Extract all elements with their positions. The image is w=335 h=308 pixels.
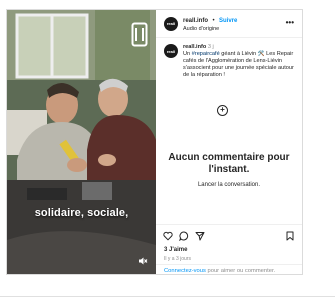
empty-comments-title: Aucun commentaire pour l'instant. <box>168 152 290 175</box>
video-player[interactable]: solidaire, sociale, <box>7 10 156 274</box>
start-conversation-text: Lancer la conversation. <box>197 182 261 188</box>
avatar[interactable]: reall <box>164 16 178 31</box>
follow-button[interactable]: Suivre <box>219 18 237 24</box>
likes-count[interactable]: 3 J'aime <box>164 247 187 253</box>
bookmark-icon[interactable] <box>285 231 295 241</box>
plus-circle-icon: + <box>217 105 228 116</box>
reel-icon <box>131 22 148 47</box>
post-modal: solidaire, sociale, reall reall.info • S… <box>6 9 303 275</box>
heart-icon[interactable] <box>163 231 173 241</box>
post-sidebar: reall reall.info • Suivre Audio d'origin… <box>156 10 302 274</box>
post-caption: reall reall.info 3 j Un #repaircafé géan… <box>156 38 302 79</box>
post-header: reall reall.info • Suivre Audio d'origin… <box>156 10 302 38</box>
comment-icon[interactable] <box>179 231 189 241</box>
divider <box>156 264 302 265</box>
avatar-text: reall <box>166 21 176 26</box>
login-rest-text: pour aimer ou commenter. <box>205 268 276 274</box>
separator-dot: • <box>212 18 215 24</box>
caption-time: 3 j <box>207 44 214 50</box>
action-bar <box>163 230 295 242</box>
speaker-muted-icon[interactable] <box>138 256 148 266</box>
more-horizontal-icon[interactable]: ••• <box>286 18 294 27</box>
caption-username[interactable]: reall.info <box>183 44 206 50</box>
page-divider <box>0 296 335 297</box>
send-icon[interactable] <box>195 231 205 241</box>
post-time-ago: Il y a 3 jours <box>164 256 191 262</box>
caption-avatar-text: reall <box>166 48 176 54</box>
header-username[interactable]: reall.info <box>183 18 208 24</box>
divider <box>156 224 302 225</box>
video-frame <box>7 10 156 274</box>
login-link[interactable]: Connectez-vous <box>164 268 206 274</box>
caption-avatar[interactable]: reall <box>164 44 178 58</box>
caption-hashtag[interactable]: #repaircafé <box>192 51 220 57</box>
video-caption: solidaire, sociale, <box>34 207 129 219</box>
audio-label[interactable]: Audio d'origine <box>183 25 237 33</box>
login-prompt: Connectez-vous pour aimer ou commenter. <box>164 268 275 274</box>
caption-text-prefix: Un <box>183 51 192 57</box>
